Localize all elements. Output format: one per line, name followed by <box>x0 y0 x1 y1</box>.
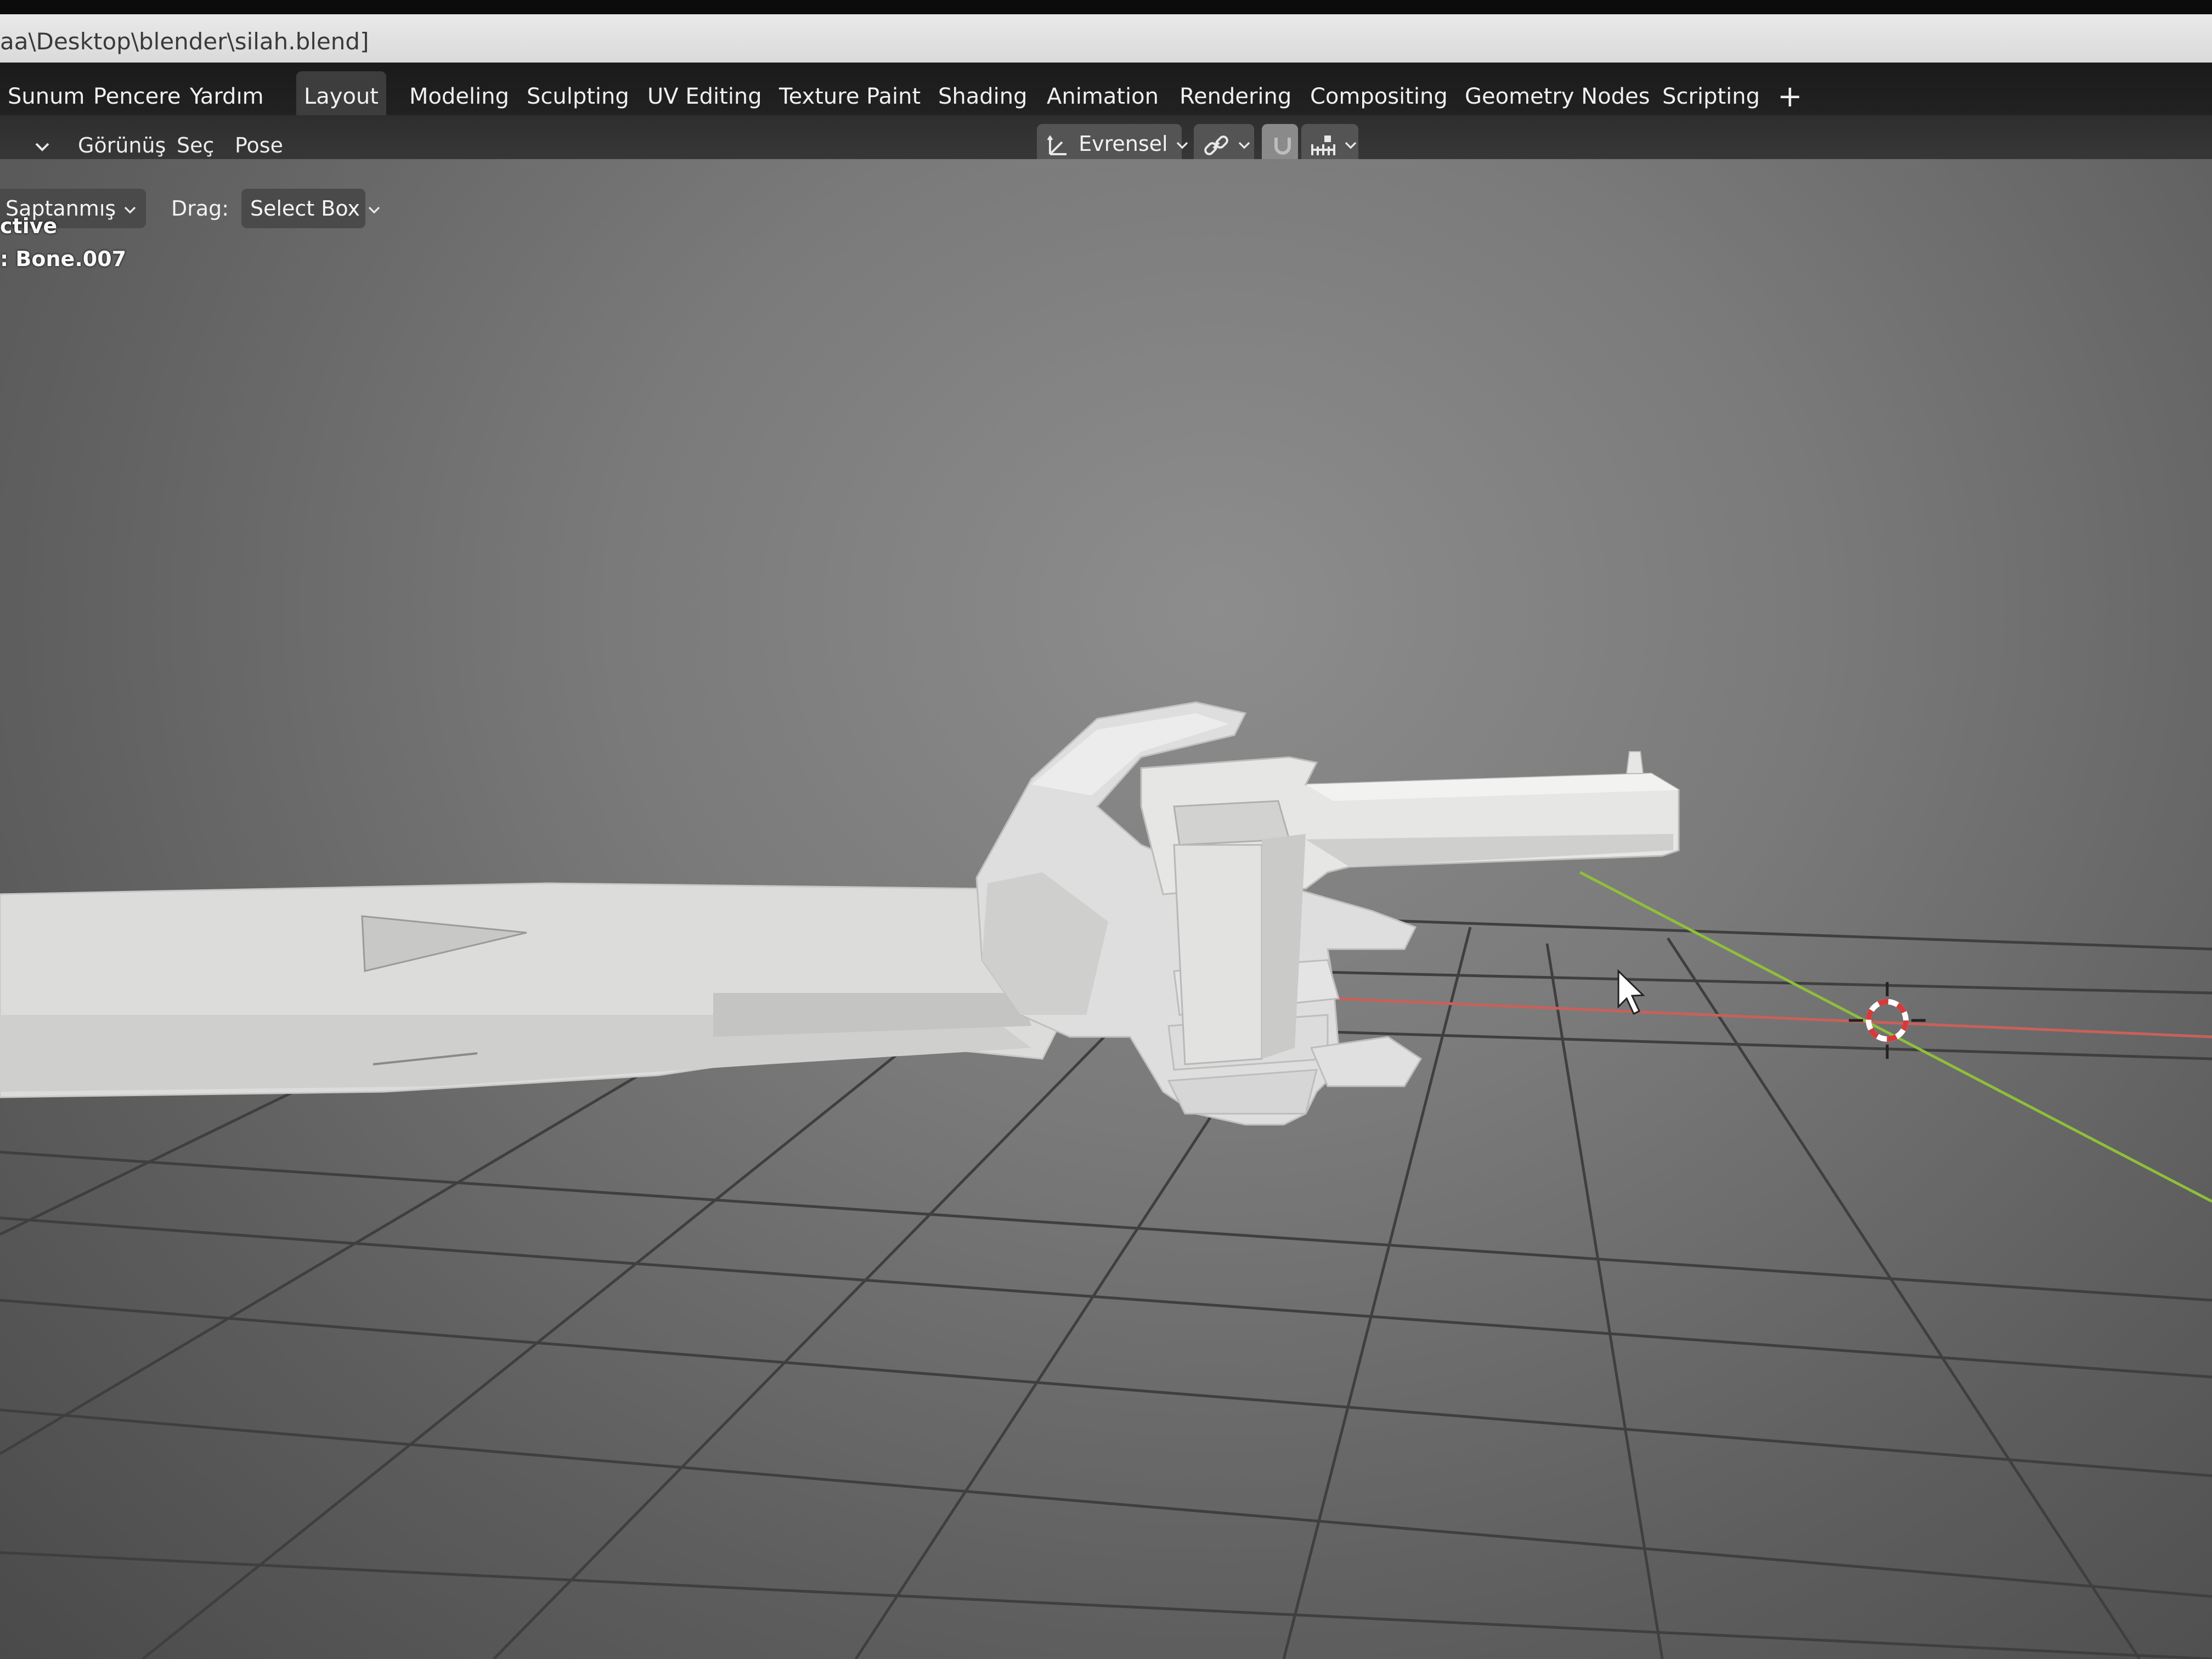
window-title-path: aa\Desktop\blender\silah.blend] <box>0 28 369 55</box>
chevron-down-icon <box>1238 142 1250 149</box>
drag-label: Drag: <box>171 196 229 221</box>
gun-mesh[interactable] <box>1140 751 1680 1065</box>
transform-orientation-label: Evrensel <box>1079 132 1168 156</box>
chevron-down-icon <box>125 206 136 213</box>
drag-mode-dropdown[interactable]: Select Box <box>241 189 380 228</box>
snap-target-dropdown[interactable] <box>1301 124 1358 163</box>
tab-layout[interactable]: Layout <box>296 71 386 122</box>
mouse-pointer-icon <box>1617 969 1645 1015</box>
link-icon <box>1204 135 1228 155</box>
chevron-down-icon <box>368 206 380 213</box>
chevron-down-icon <box>35 143 49 151</box>
magnet-icon <box>1274 137 1291 155</box>
chevron-down-icon <box>1345 142 1357 149</box>
viewport-mode-text: ctive <box>0 214 58 238</box>
active-bone-text: : Bone.007 <box>0 247 127 271</box>
arm-mesh[interactable] <box>0 882 1060 1098</box>
orientation-axes-icon <box>1047 134 1066 155</box>
pivot-point-dropdown[interactable] <box>1194 124 1254 163</box>
transform-orientation-dropdown[interactable]: Evrensel <box>1037 124 1188 163</box>
window-titlebar: aa\Desktop\blender\silah.blend] <box>0 14 2212 69</box>
3d-viewport[interactable]: Saptanmış Drag: Select Box ctive : Bone.… <box>0 159 2212 1659</box>
snap-increment-icon <box>1311 135 1335 155</box>
drag-mode-value: Select Box <box>250 196 360 221</box>
viewport-scene[interactable] <box>0 159 2212 1659</box>
chevron-down-icon <box>1176 142 1188 149</box>
snap-toggle-button[interactable] <box>1262 124 1298 163</box>
tool-settings-bar: Saptanmış Drag: Select Box <box>0 181 494 236</box>
